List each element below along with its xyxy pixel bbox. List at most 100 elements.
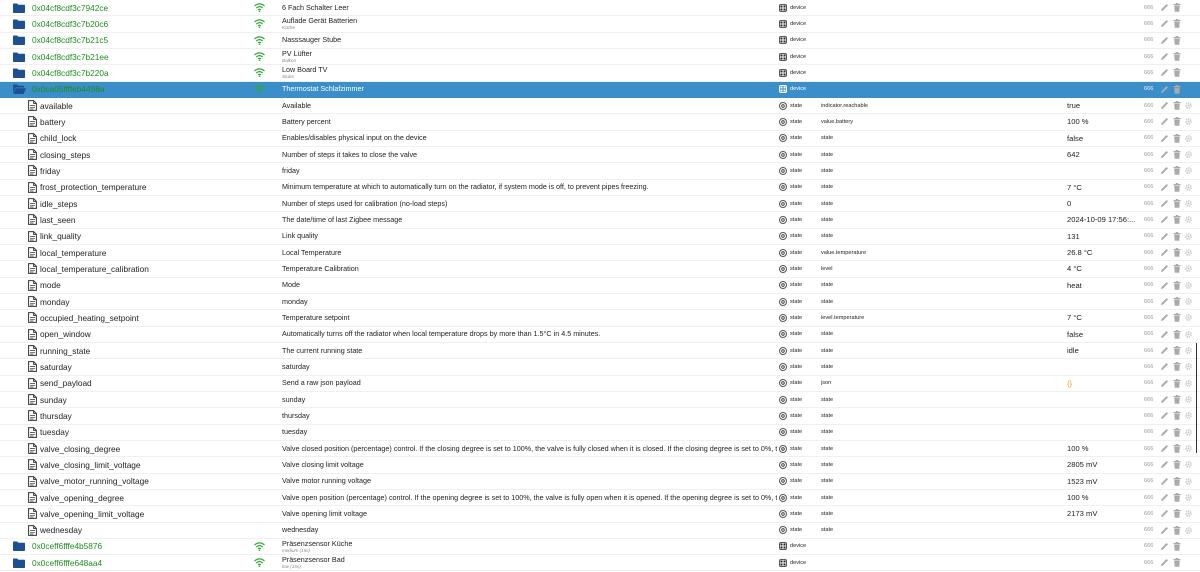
object-role[interactable]: value.battery <box>821 114 941 129</box>
file-icon[interactable] <box>26 506 38 521</box>
folder-icon[interactable] <box>11 65 27 80</box>
pencil-icon[interactable] <box>1160 199 1169 208</box>
object-role[interactable]: state <box>821 425 941 440</box>
object-id[interactable]: frost_protection_temperature <box>40 180 250 195</box>
object-value[interactable]: 2805 mV <box>1067 457 1137 472</box>
object-value[interactable]: 2024-10-09 17:56:... <box>1067 212 1137 227</box>
object-role[interactable]: state <box>821 131 941 146</box>
trash-icon[interactable] <box>1172 280 1181 290</box>
gear-icon[interactable] <box>1184 297 1193 306</box>
pencil-icon[interactable] <box>1160 379 1169 388</box>
object-role[interactable]: state <box>821 506 941 521</box>
pencil-icon[interactable] <box>1160 493 1169 502</box>
tree-row-state[interactable]: mode Mode state state heat 666 <box>0 278 1200 294</box>
file-icon[interactable] <box>26 343 38 358</box>
pencil-icon[interactable] <box>1160 215 1169 224</box>
scrollbar-indicator[interactable] <box>1196 343 1197 453</box>
trash-icon[interactable] <box>1172 231 1181 241</box>
trash-icon[interactable] <box>1172 150 1181 159</box>
object-role[interactable]: state <box>821 474 941 489</box>
object-value[interactable]: true <box>1067 98 1137 113</box>
object-id[interactable]: send_payload <box>40 376 250 391</box>
object-value[interactable]: 7 °C <box>1067 310 1137 325</box>
gear-icon[interactable] <box>1184 493 1193 502</box>
tree-row-state[interactable]: valve_opening_degree Valve open position … <box>0 490 1200 507</box>
gear-icon[interactable] <box>1184 248 1193 257</box>
file-icon[interactable] <box>26 278 38 293</box>
object-role[interactable] <box>821 0 941 15</box>
gear-icon[interactable] <box>1184 411 1193 420</box>
tree-row-state[interactable]: closing_steps Number of steps it takes to… <box>0 147 1200 164</box>
trash-icon[interactable] <box>1172 362 1181 372</box>
gear-icon[interactable] <box>1184 428 1193 437</box>
object-id[interactable]: monday <box>40 294 250 309</box>
gear-icon[interactable] <box>1184 183 1193 192</box>
pencil-icon[interactable] <box>1160 264 1169 273</box>
object-id[interactable]: 0x04cf8cdf3c7b20c6 <box>32 16 242 31</box>
file-icon[interactable] <box>26 376 38 391</box>
object-role[interactable]: state <box>821 147 941 162</box>
tree-row-state[interactable]: thursday thursday state state 666 <box>0 408 1200 425</box>
object-value[interactable] <box>1067 294 1137 309</box>
gear-icon[interactable] <box>1184 313 1193 322</box>
trash-icon[interactable] <box>1172 460 1181 470</box>
pencil-icon[interactable] <box>1160 52 1169 61</box>
folder-icon[interactable] <box>11 49 27 64</box>
object-value[interactable]: 100 % <box>1067 441 1137 456</box>
object-role[interactable]: state <box>821 457 941 472</box>
file-icon[interactable] <box>26 131 38 146</box>
object-id[interactable]: open_window <box>40 327 250 342</box>
pencil-icon[interactable] <box>1160 542 1169 551</box>
object-role[interactable]: state <box>821 212 941 227</box>
object-value[interactable] <box>1067 163 1137 178</box>
object-id[interactable]: 0x04cf8cdf3c7b220a <box>32 65 242 80</box>
object-id[interactable]: 0x0ca05ffffeb4498a <box>32 82 242 97</box>
object-role[interactable]: level.temperature <box>821 310 941 325</box>
trash-icon[interactable] <box>1172 558 1181 568</box>
object-id[interactable]: battery <box>40 114 250 129</box>
trash-icon[interactable] <box>1172 182 1181 192</box>
file-icon[interactable] <box>26 523 38 538</box>
trash-icon[interactable] <box>1172 476 1181 486</box>
trash-icon[interactable] <box>1172 297 1181 306</box>
tree-row-state[interactable]: local_temperature Local Temperature state v… <box>0 245 1200 262</box>
gear-icon[interactable] <box>1184 379 1193 388</box>
object-id[interactable]: valve_closing_degree <box>40 441 250 456</box>
trash-icon[interactable] <box>1172 3 1181 12</box>
file-icon[interactable] <box>26 425 38 440</box>
tree-row-state[interactable]: child_lock Enables/disables physical inpu… <box>0 131 1200 147</box>
object-value[interactable]: 0 <box>1067 196 1137 211</box>
object-id[interactable]: valve_opening_limit_voltage <box>40 506 250 521</box>
gear-icon[interactable] <box>1184 362 1193 371</box>
folder-icon[interactable] <box>11 16 27 31</box>
tree-row-state[interactable]: link_quality Link quality state state 131 666 <box>0 229 1200 245</box>
object-id[interactable]: valve_motor_running_voltage <box>40 474 250 489</box>
trash-icon[interactable] <box>1172 541 1181 551</box>
file-icon[interactable] <box>26 441 38 456</box>
object-value[interactable] <box>1067 33 1137 48</box>
pencil-icon[interactable] <box>1160 281 1169 290</box>
object-value[interactable]: idle <box>1067 343 1137 358</box>
object-role[interactable] <box>821 16 941 31</box>
object-id[interactable]: 0x0ceff6fffe648aa4 <box>32 555 242 570</box>
object-value[interactable] <box>1067 408 1137 423</box>
object-id[interactable]: 0x04cf8cdf3c7942ce <box>32 0 242 15</box>
object-role[interactable]: state <box>821 359 941 374</box>
object-value[interactable]: 2173 mV <box>1067 506 1137 521</box>
object-role[interactable]: state <box>821 180 941 195</box>
trash-icon[interactable] <box>1172 166 1181 176</box>
tree-row-device[interactable]: 0x04cf8cdf3c7b20c6 Auflade Gerät Batterie… <box>0 16 1200 33</box>
folder-icon[interactable] <box>11 539 27 554</box>
gear-icon[interactable] <box>1184 477 1193 486</box>
object-role[interactable]: state <box>821 408 941 423</box>
tree-row-state[interactable]: monday monday state state 666 <box>0 294 1200 311</box>
gear-icon[interactable] <box>1184 134 1193 143</box>
object-role[interactable]: state <box>821 196 941 211</box>
object-id[interactable]: friday <box>40 163 250 178</box>
tree-row-state[interactable]: tuesday tuesday state state 666 <box>0 425 1200 441</box>
object-id[interactable]: 0x04cf8cdf3c7b21c5 <box>32 33 242 48</box>
object-role[interactable]: state <box>821 523 941 538</box>
trash-icon[interactable] <box>1172 117 1181 127</box>
pencil-icon[interactable] <box>1160 526 1169 535</box>
object-id[interactable]: available <box>40 98 250 113</box>
